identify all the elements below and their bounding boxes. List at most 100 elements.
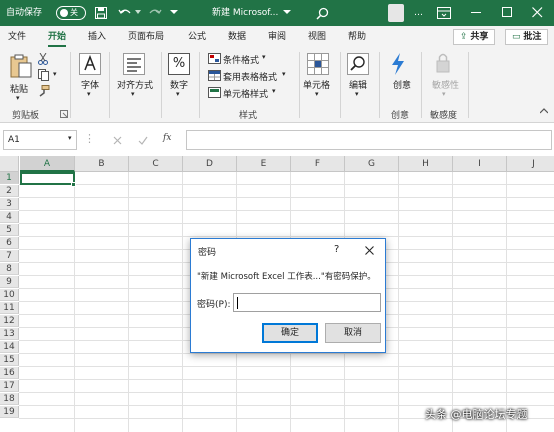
collapse-ribbon-icon[interactable] xyxy=(540,108,548,114)
clipboard-launcher-icon[interactable] xyxy=(60,110,68,118)
paste-dropdown-icon[interactable]: ▾ xyxy=(16,94,20,102)
row-header-3[interactable]: 3 xyxy=(0,198,19,210)
formula-bar-grip-icon[interactable]: ⋮ xyxy=(84,132,95,145)
row-header-10[interactable]: 10 xyxy=(0,289,19,301)
row-header-12[interactable]: 12 xyxy=(0,315,19,327)
column-header-e[interactable]: E xyxy=(237,156,291,172)
group-separator xyxy=(161,52,162,118)
paste-icon[interactable] xyxy=(10,54,32,78)
row-header-16[interactable]: 16 xyxy=(0,367,19,379)
column-header-g[interactable]: G xyxy=(345,156,399,172)
minimize-icon[interactable] xyxy=(471,12,482,14)
redo-icon[interactable] xyxy=(148,7,162,19)
active-cell-a1[interactable] xyxy=(20,172,75,185)
search-icon[interactable] xyxy=(316,7,329,20)
row-header-13[interactable]: 13 xyxy=(0,328,19,340)
row-header-11[interactable]: 11 xyxy=(0,302,19,314)
row-header-9[interactable]: 9 xyxy=(0,276,19,288)
copy-dropdown-icon[interactable]: ▾ xyxy=(53,70,57,78)
enter-check-icon xyxy=(138,136,148,145)
editing-dropdown-icon[interactable]: ▾ xyxy=(355,90,359,98)
undo-icon[interactable] xyxy=(118,7,132,19)
column-header-f[interactable]: F xyxy=(291,156,345,172)
close-icon[interactable] xyxy=(532,7,543,18)
cell-styles-button[interactable]: 单元格样式 xyxy=(223,87,268,100)
cond-format-dropdown-icon[interactable]: ▾ xyxy=(262,53,266,61)
column-header-i[interactable]: I xyxy=(453,156,507,172)
row-header-4[interactable]: 4 xyxy=(0,211,19,223)
fill-handle[interactable] xyxy=(71,182,76,187)
row-header-2[interactable]: 2 xyxy=(0,185,19,197)
cancel-button[interactable]: 取消 xyxy=(325,323,381,343)
restore-icon[interactable] xyxy=(502,7,513,18)
customize-toolbar-icon[interactable] xyxy=(170,10,178,15)
user-avatar[interactable] xyxy=(388,4,404,22)
tab-insert[interactable]: 插入 xyxy=(88,26,106,48)
tab-help[interactable]: 帮助 xyxy=(348,26,366,48)
cells-icon[interactable] xyxy=(307,53,329,75)
tab-view[interactable]: 视图 xyxy=(308,26,326,48)
cells-dropdown-icon[interactable]: ▾ xyxy=(315,90,319,98)
number-dropdown-icon[interactable]: ▾ xyxy=(176,90,180,98)
dialog-close-icon[interactable] xyxy=(365,246,374,255)
cell-styles-dropdown-icon[interactable]: ▾ xyxy=(272,87,276,95)
row-header-17[interactable]: 17 xyxy=(0,380,19,392)
tab-file[interactable]: 文件 xyxy=(8,26,26,48)
row-header-6[interactable]: 6 xyxy=(0,237,19,249)
dialog-title-bar: 密码 ? xyxy=(191,239,385,261)
share-button[interactable]: ⇪ 共享 xyxy=(453,29,496,45)
name-box-dropdown-icon[interactable]: ▾ xyxy=(68,134,72,142)
lightning-icon[interactable] xyxy=(389,52,407,76)
tab-home[interactable]: 开始 xyxy=(48,26,67,48)
tab-formulas[interactable]: 公式 xyxy=(188,26,206,48)
comments-button[interactable]: ▭ 批注 xyxy=(505,29,549,45)
formula-input[interactable] xyxy=(186,130,552,150)
font-dropdown-icon[interactable]: ▾ xyxy=(87,90,91,98)
row-header-15[interactable]: 15 xyxy=(0,354,19,366)
alignment-label[interactable]: 对齐方式 xyxy=(117,78,153,91)
tab-data[interactable]: 数据 xyxy=(228,26,246,48)
column-header-a[interactable]: A xyxy=(20,156,75,172)
table-format-dropdown-icon[interactable]: ▾ xyxy=(282,70,286,78)
column-header-d[interactable]: D xyxy=(183,156,237,172)
undo-dropdown-icon[interactable] xyxy=(135,10,141,15)
column-header-c[interactable]: C xyxy=(129,156,183,172)
alignment-icon[interactable] xyxy=(123,53,145,75)
creativity-button[interactable]: 创意 xyxy=(393,78,411,91)
column-header-j[interactable]: J xyxy=(507,156,554,172)
insert-function-icon[interactable]: fx xyxy=(163,133,171,143)
row-header-19[interactable]: 19 xyxy=(0,406,19,418)
name-box-value: A1 xyxy=(8,135,20,145)
cut-icon[interactable] xyxy=(38,53,48,65)
name-box[interactable]: A1 xyxy=(3,130,77,150)
help-icon[interactable]: ? xyxy=(334,244,339,255)
percent-icon[interactable]: % xyxy=(168,53,190,75)
tab-review[interactable]: 审阅 xyxy=(268,26,286,48)
row-header-7[interactable]: 7 xyxy=(0,250,19,262)
select-all-corner[interactable] xyxy=(0,156,19,172)
row-header-5[interactable]: 5 xyxy=(0,224,19,236)
title-dropdown-icon[interactable] xyxy=(283,10,291,15)
editing-icon[interactable] xyxy=(347,53,369,75)
ok-button[interactable]: 确定 xyxy=(262,323,318,343)
save-icon[interactable] xyxy=(95,7,107,19)
copy-icon[interactable] xyxy=(38,69,52,81)
row-header-18[interactable]: 18 xyxy=(0,393,19,405)
ribbon-display-options-icon[interactable] xyxy=(437,7,451,19)
format-painter-icon[interactable] xyxy=(38,85,50,97)
alignment-dropdown-icon[interactable]: ▾ xyxy=(131,90,135,98)
column-header-h[interactable]: H xyxy=(399,156,453,172)
table-format-button[interactable]: 套用表格格式 xyxy=(223,70,277,83)
password-input[interactable] xyxy=(233,293,381,312)
row-header-14[interactable]: 14 xyxy=(0,341,19,353)
group-separator xyxy=(421,52,422,118)
column-header-b[interactable]: B xyxy=(75,156,129,172)
row-header-1[interactable]: 1 xyxy=(0,172,19,184)
row-header-8[interactable]: 8 xyxy=(0,263,19,275)
gridline-vertical xyxy=(128,172,129,432)
font-icon[interactable] xyxy=(79,53,101,75)
autosave-label: 自动保存 xyxy=(6,8,43,18)
tab-page-layout[interactable]: 页面布局 xyxy=(128,26,164,48)
conditional-format-button[interactable]: 条件格式 xyxy=(223,53,259,66)
autosave-toggle[interactable]: 关 xyxy=(56,6,86,20)
